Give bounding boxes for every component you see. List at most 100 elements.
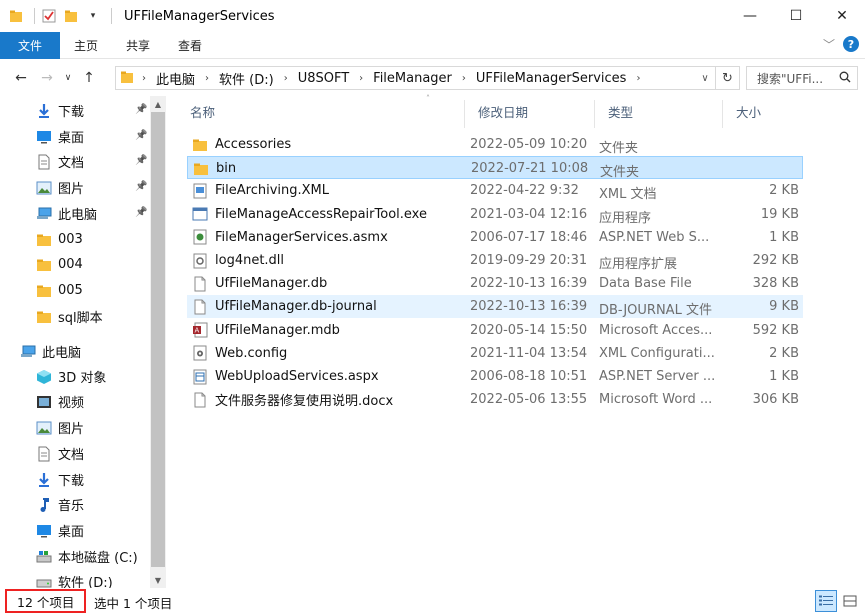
nav-scrollbar[interactable]: ▲ ▼	[150, 96, 166, 588]
nav-item[interactable]: 桌面	[0, 518, 150, 543]
maximize-button[interactable]: ☐	[773, 0, 819, 32]
nav-item[interactable]: 此电脑	[0, 339, 150, 364]
nav-item[interactable]: sql脚本	[0, 304, 150, 329]
breadcrumb-arrow-icon[interactable]: ›	[284, 73, 288, 84]
recent-locations-icon[interactable]: ∨	[62, 67, 74, 89]
file-row[interactable]: UfFileManager.db 2022-10-13 16:39 Data Bas…	[187, 272, 803, 295]
nav-item-label: 本地磁盘 (C:)	[58, 551, 138, 566]
file-row[interactable]: Web.config 2021-11-04 13:54 XML Configurat…	[187, 342, 803, 365]
file-date: 2019-09-29 20:31	[470, 253, 588, 268]
file-row[interactable]: FileArchiving.XML 2022-04-22 9:32 XML 文档 2 …	[187, 179, 803, 202]
file-row[interactable]: Accessories 2022-05-09 10:20 文件夹	[187, 133, 803, 156]
column-header-size[interactable]: 大小	[722, 96, 802, 126]
help-icon[interactable]: ?	[843, 36, 859, 52]
file-row[interactable]: 文件服务器修复使用说明.docx 2022-05-06 13:55 Microsof…	[187, 388, 803, 411]
tab-view[interactable]: 查看	[164, 32, 216, 59]
minimize-button[interactable]: —	[727, 0, 773, 32]
breadcrumb-arrow-icon[interactable]: ›	[359, 73, 363, 84]
file-name: Accessories	[215, 137, 292, 152]
breadcrumb-arrow-icon[interactable]: ›	[142, 73, 146, 84]
file-icon	[192, 276, 208, 292]
file-row[interactable]: FileManagerServices.asmx 2006-07-17 18:46…	[187, 226, 803, 249]
breadcrumb-filemanager[interactable]: FileManager	[373, 71, 452, 86]
column-header-date[interactable]: 修改日期	[464, 96, 594, 126]
breadcrumb-arrow-icon[interactable]: ›	[636, 73, 640, 84]
nav-item-label: 视频	[58, 396, 85, 411]
nav-item[interactable]: 此电脑 📌	[0, 201, 150, 226]
nav-item[interactable]: 003	[0, 227, 150, 252]
file-row[interactable]: UfFileManager.db-journal 2022-10-13 16:39…	[187, 295, 803, 319]
nav-item[interactable]: 图片	[0, 415, 150, 440]
tab-share[interactable]: 共享	[112, 32, 164, 59]
file-size: 9 KB	[769, 299, 799, 315]
nav-item[interactable]: 3D 对象	[0, 364, 150, 389]
pin-icon[interactable]: 📌	[135, 155, 147, 166]
pin-icon[interactable]: 📌	[135, 130, 147, 141]
properties-icon[interactable]	[41, 8, 57, 24]
new-folder-icon[interactable]	[63, 8, 79, 24]
file-type: DB-JOURNAL 文件	[599, 303, 712, 319]
scroll-up-icon[interactable]: ▲	[150, 96, 166, 112]
file-icon	[192, 392, 208, 408]
nav-item[interactable]: 下载 📌	[0, 98, 150, 123]
ribbon-right: ﹀ ?	[821, 36, 859, 52]
navigation-bar: ← → ∨ ↑ › 此电脑 › 软件 (D:) › U8SOFT › FileM…	[0, 62, 865, 94]
nav-item[interactable]: 文档 📌	[0, 149, 150, 174]
large-icons-view-icon[interactable]	[839, 590, 861, 612]
tab-home[interactable]: 主页	[60, 32, 112, 59]
up-button[interactable]: ↑	[78, 67, 100, 89]
nav-item[interactable]: 文档	[0, 441, 150, 466]
nav-item[interactable]: 软件 (D:)	[0, 569, 150, 588]
breadcrumb-this-pc[interactable]: 此电脑	[156, 69, 195, 88]
close-button[interactable]: ✕	[819, 0, 865, 32]
pin-icon[interactable]: 📌	[135, 207, 147, 218]
breadcrumb-arrow-icon[interactable]: ›	[205, 73, 209, 84]
nav-item-label: 桌面	[58, 131, 85, 146]
file-name-cell: FileManagerServices.asmx	[187, 226, 388, 249]
nav-item[interactable]: 图片 📌	[0, 175, 150, 200]
forward-button[interactable]: →	[36, 67, 58, 89]
file-row[interactable]: log4net.dll 2019-09-29 20:31 应用程序扩展 292 KB	[187, 249, 803, 272]
file-date: 2020-05-14 15:50	[470, 322, 588, 338]
scroll-down-icon[interactable]: ▼	[150, 572, 166, 588]
file-name-cell: UfFileManager.db	[187, 272, 327, 295]
nav-item[interactable]: 音乐	[0, 492, 150, 517]
breadcrumb-arrow-icon[interactable]: ›	[462, 73, 466, 84]
details-view-icon[interactable]	[815, 590, 837, 612]
nav-item-label: 此电脑	[42, 346, 82, 361]
column-header-name[interactable]: 名称	[176, 96, 464, 126]
tab-file[interactable]: 文件	[0, 31, 60, 59]
nav-item[interactable]: 桌面 📌	[0, 124, 150, 149]
nav-item[interactable]: 004	[0, 252, 150, 277]
file-row[interactable]: A UfFileManager.mdb 2020-05-14 15:50 Micros…	[187, 319, 803, 342]
file-type: ASP.NET Web S...	[599, 229, 710, 245]
address-bar[interactable]: › 此电脑 › 软件 (D:) › U8SOFT › FileManager ›…	[115, 66, 740, 90]
file-row[interactable]: WebUploadServices.aspx 2006-08-18 10:51 AS…	[187, 365, 803, 388]
breadcrumb-u8soft[interactable]: U8SOFT	[298, 71, 349, 86]
pin-icon[interactable]: 📌	[135, 104, 147, 115]
search-input[interactable]: 搜索"UFFi...	[746, 66, 858, 90]
file-type: XML 文档	[599, 187, 657, 203]
column-header-type[interactable]: 类型	[594, 96, 722, 126]
window-controls: — ☐ ✕	[727, 0, 865, 32]
address-dropdown-icon[interactable]: ∨	[697, 69, 713, 87]
file-row[interactable]: FileManageAccessRepairTool.exe 2021-03-04…	[187, 203, 803, 226]
nav-item[interactable]: 视频	[0, 389, 150, 414]
computer-icon	[36, 206, 52, 222]
ribbon-tabs: 文件 主页 共享 查看 ﹀ ?	[0, 31, 865, 59]
file-row[interactable]: bin 2022-07-21 10:08 文件夹	[187, 156, 803, 180]
expand-ribbon-icon[interactable]: ﹀	[821, 36, 837, 52]
nav-item[interactable]: 下载	[0, 467, 150, 492]
customize-toolbar-icon[interactable]: ▾	[85, 8, 101, 24]
nav-item[interactable]: 005	[0, 278, 150, 303]
breadcrumb-current-folder[interactable]: UFFileManagerServices	[476, 71, 627, 86]
pin-icon[interactable]: 📌	[135, 181, 147, 192]
back-button[interactable]: ←	[10, 67, 32, 89]
nav-item[interactable]: 本地磁盘 (C:)	[0, 544, 150, 569]
nav-item-label: 桌面	[58, 525, 85, 540]
file-name: UfFileManager.db-journal	[215, 299, 377, 315]
scroll-thumb[interactable]	[151, 112, 165, 567]
refresh-button[interactable]: ↻	[715, 67, 739, 89]
breadcrumb-drive-d[interactable]: 软件 (D:)	[219, 69, 274, 88]
file-name-cell: log4net.dll	[187, 249, 284, 272]
